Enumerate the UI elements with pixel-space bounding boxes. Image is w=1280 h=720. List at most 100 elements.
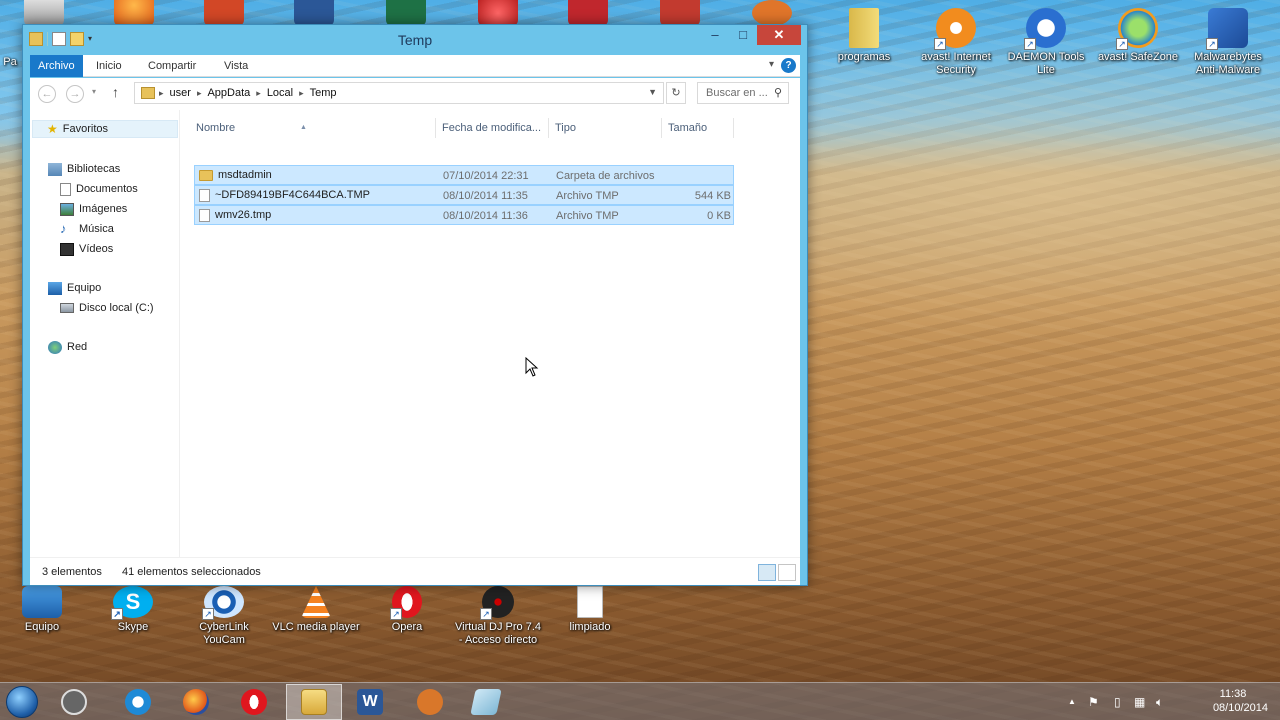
breadcrumb-chevron-icon[interactable]: ▸ [197, 88, 202, 99]
explorer-window[interactable]: ▾ Temp – □ ✕ Archivo Inicio Compartir Vi… [22, 24, 808, 586]
desktop-icon-opera[interactable]: ↗ Opera [363, 586, 451, 634]
clock-time: 11:38 [1219, 688, 1247, 700]
minimize-button[interactable]: – [701, 25, 729, 45]
title-bar[interactable]: ▾ Temp – □ ✕ [23, 25, 807, 55]
forward-button[interactable]: → [66, 85, 84, 103]
nav-musica[interactable]: ♪ Música [60, 220, 114, 238]
nav-equipo[interactable]: Equipo [48, 279, 101, 297]
maximize-button[interactable]: □ [729, 25, 757, 45]
nav-favoritos[interactable]: ★ Favoritos [32, 120, 178, 138]
address-bar[interactable]: ▸ user ▸ AppData ▸ Local ▸ Temp ▼ [134, 82, 664, 104]
app-icon [470, 689, 502, 715]
start-button[interactable] [6, 686, 38, 718]
taskbar-firefox[interactable] [168, 684, 224, 720]
videos-icon [60, 242, 74, 256]
taskbar-opera[interactable] [226, 684, 282, 720]
tab-vista[interactable]: Vista [216, 55, 256, 77]
volume-icon[interactable]: 🔈︎ [1156, 695, 1163, 710]
selection-count: 41 elementos seleccionados [122, 566, 261, 578]
breadcrumb-local[interactable]: Local [267, 87, 293, 99]
expand-ribbon-icon[interactable]: ▾ [769, 59, 774, 70]
desktop-icon-limpiado[interactable]: limpiado [546, 586, 634, 634]
desktop-icon-skype[interactable]: S ↗ Skype [89, 586, 177, 634]
column-header-type[interactable]: Tipo [549, 118, 662, 138]
table-row[interactable]: msdtadmin 07/10/2014 22:31 Carpeta de ar… [194, 165, 734, 185]
details-view-button[interactable] [758, 564, 776, 581]
search-input[interactable]: Buscar en ... ⚲ [697, 82, 789, 104]
flash-icon[interactable] [568, 0, 608, 26]
file-icon [199, 188, 210, 202]
desktop-icon-avast[interactable]: ↗ avast! Internet Security [912, 8, 1000, 77]
close-button[interactable]: ✕ [757, 25, 801, 45]
tab-inicio[interactable]: Inicio [88, 55, 130, 77]
refresh-button[interactable]: ↻ [666, 82, 686, 104]
battery-icon[interactable]: ▯ [1114, 695, 1121, 709]
word-icon: W [357, 689, 383, 715]
breadcrumb-chevron-icon[interactable]: ▸ [299, 88, 304, 99]
powerpoint-icon[interactable] [204, 0, 244, 26]
recent-locations-icon[interactable]: ▾ [92, 87, 96, 96]
large-icons-view-button[interactable] [778, 564, 796, 581]
computer-icon [22, 586, 62, 618]
gimp-icon[interactable] [752, 0, 792, 26]
gimp-icon [417, 689, 443, 715]
folder-icon [849, 8, 879, 48]
pictures-icon [60, 202, 74, 216]
desktop-icon-vlc[interactable]: VLC media player [272, 586, 360, 634]
nav-videos[interactable]: Vídeos [60, 240, 113, 258]
nav-imagenes[interactable]: Imágenes [60, 200, 127, 218]
recycle-bin-icon[interactable] [24, 0, 64, 26]
nav-bibliotecas[interactable]: Bibliotecas [48, 160, 120, 178]
breadcrumb-temp[interactable]: Temp [310, 87, 337, 99]
navigation-bar: ← → ▾ ↑ ▸ user ▸ AppData ▸ Local ▸ Temp … [30, 78, 800, 110]
action-center-flag-icon[interactable]: ⚑ [1088, 695, 1099, 709]
help-icon[interactable]: ? [781, 58, 796, 73]
breadcrumb-user[interactable]: user [170, 87, 191, 99]
nav-disco-local[interactable]: Disco local (C:) [60, 299, 154, 317]
desktop-icon-virtualdj[interactable]: ↗ Virtual DJ Pro 7.4 - Acceso directo [454, 586, 542, 647]
up-button[interactable]: ↑ [112, 84, 119, 100]
network-status-icon[interactable]: ▦ [1134, 695, 1145, 709]
table-row[interactable]: ~DFD89419BF4C644BCA.TMP 08/10/2014 11:35… [194, 185, 734, 205]
chevron-down-icon[interactable]: ▼ [648, 87, 657, 97]
breadcrumb-appdata[interactable]: AppData [207, 87, 250, 99]
word-icon[interactable] [294, 0, 334, 26]
nav-documentos[interactable]: Documentos [60, 180, 138, 198]
taskbar-word[interactable]: W [342, 684, 398, 720]
youcam-icon: ↗ [202, 586, 244, 620]
file-icon [199, 208, 210, 222]
desktop-icon-programas[interactable]: programas [820, 8, 908, 64]
browser-icon[interactable] [478, 0, 518, 26]
column-header-date[interactable]: Fecha de modifica... [436, 118, 549, 138]
taskbar-app-8[interactable] [458, 684, 514, 720]
network-icon [48, 340, 62, 354]
taskbar-explorer[interactable] [286, 684, 342, 720]
column-header-size[interactable]: Tamaño [662, 118, 734, 138]
table-row[interactable]: wmv26.tmp 08/10/2014 11:36 Archivo TMP 0… [194, 205, 734, 225]
desktop-icon-youcam[interactable]: ↗ CyberLink YouCam [180, 586, 268, 647]
ribbon-tabs: Archivo Inicio Compartir Vista ▾ ? [30, 55, 800, 77]
desktop-icon-safezone[interactable]: ↗ avast! SafeZone [1094, 8, 1182, 64]
taskbar-gimp[interactable] [402, 684, 458, 720]
firefox-icon[interactable] [114, 0, 154, 26]
taskbar-app-1[interactable] [46, 684, 102, 720]
show-hidden-icons-icon[interactable]: ▲ [1068, 697, 1076, 706]
nav-red[interactable]: Red [48, 338, 87, 356]
desktop-icon-daemon-tools[interactable]: ↗ DAEMON Tools Lite [1002, 8, 1090, 77]
tab-compartir[interactable]: Compartir [140, 55, 204, 77]
taskbar-ie[interactable] [110, 684, 166, 720]
office-icon[interactable] [660, 0, 700, 26]
column-header-name[interactable]: Nombre ▲ [190, 118, 436, 138]
tab-archivo[interactable]: Archivo [30, 55, 83, 77]
excel-icon[interactable] [386, 0, 426, 26]
mouse-cursor-icon [525, 357, 539, 377]
breadcrumb-chevron-icon[interactable]: ▸ [159, 88, 164, 99]
desktop-icon-malwarebytes[interactable]: ↗ Malwarebytes Anti-Malware [1184, 8, 1272, 77]
breadcrumb-chevron-icon[interactable]: ▸ [256, 88, 261, 99]
desktop-icon-equipo[interactable]: Equipo [0, 586, 86, 634]
back-button[interactable]: ← [38, 85, 56, 103]
window-title: Temp [397, 32, 433, 48]
taskbar-clock[interactable]: 11:38 08/10/2014 [1198, 687, 1268, 715]
explorer-body: ★ Favoritos Bibliotecas Documentos Imáge… [30, 110, 800, 557]
text-file-icon [577, 586, 603, 618]
